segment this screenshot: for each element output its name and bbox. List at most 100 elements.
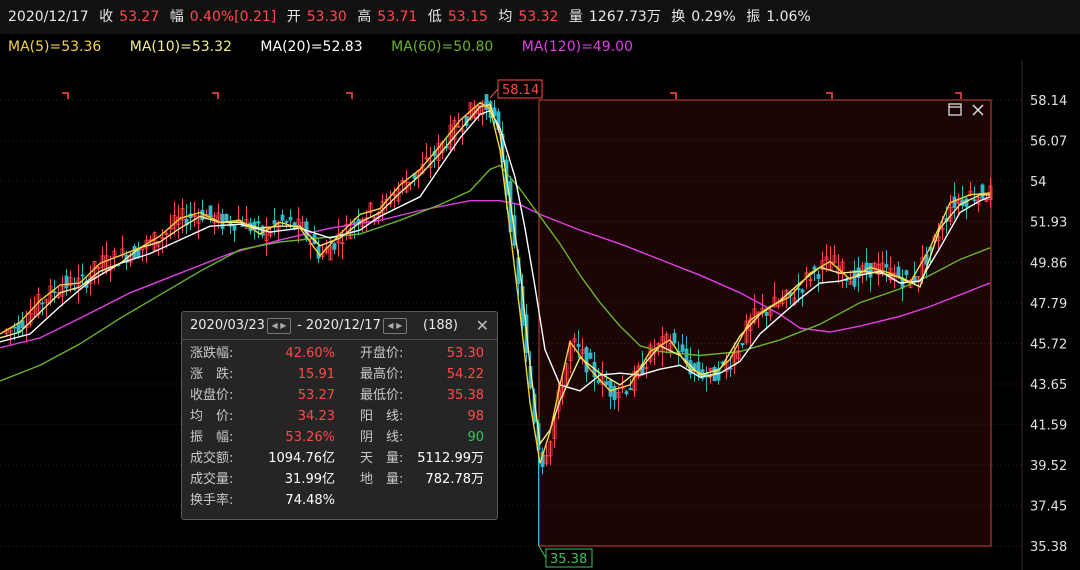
candle-down xyxy=(800,289,805,293)
range-end-date: 2020/12/17 xyxy=(305,318,381,333)
open-value: 53.30 xyxy=(306,9,347,25)
candle-down xyxy=(16,322,21,333)
candle-down xyxy=(256,221,261,224)
range-end-stepper[interactable]: ◀ ▶ xyxy=(382,317,407,334)
period-marker xyxy=(346,92,353,99)
candle-down xyxy=(284,221,289,223)
low-label: 低 xyxy=(427,9,442,25)
stat-value: 34.23 xyxy=(297,409,335,424)
close-label: 收 xyxy=(99,9,114,25)
stat-value: 90 xyxy=(467,430,484,445)
ma10-legend: MA(10)=53.32 xyxy=(129,39,232,55)
period-marker xyxy=(62,92,69,99)
stat-label: 成交量: xyxy=(190,472,234,487)
stat-label: 振 幅: xyxy=(190,430,234,445)
range-start-date: 2020/03/23 xyxy=(190,318,265,333)
selection-box xyxy=(538,99,992,547)
close-icon[interactable] xyxy=(971,103,985,121)
candlestick-chart[interactable]: 58.14 56.07 54 51.93 49.86 47.79 45.72 43.65 41.… xyxy=(0,60,1080,570)
y-tick-label: 49.86 xyxy=(1030,256,1067,271)
quote-date: 2020/12/17 xyxy=(8,9,89,25)
stat-label: 涨 跌: xyxy=(190,367,234,382)
y-tick-label: 43.65 xyxy=(1030,378,1067,393)
min-price-leader xyxy=(538,545,547,559)
ma20-legend: MA(20)=52.83 xyxy=(260,39,363,55)
candle-down xyxy=(884,264,889,268)
range-separator: - xyxy=(297,318,302,333)
candle-down xyxy=(680,344,685,352)
candle-down xyxy=(224,214,229,221)
avg-value: 53.32 xyxy=(518,9,559,25)
maximize-icon[interactable] xyxy=(948,103,962,121)
stat-value: 31.99亿 xyxy=(284,472,335,487)
max-price-label: 58.14 xyxy=(502,83,539,98)
volume-label: 量 xyxy=(568,9,583,25)
y-tick-label: 58.14 xyxy=(1030,94,1067,109)
change-value: 0.40%[0.21] xyxy=(189,9,277,25)
candle-down xyxy=(52,291,57,293)
y-tick-label: 39.52 xyxy=(1030,459,1067,474)
stat-label: 涨跌幅: xyxy=(190,346,234,361)
candle-down xyxy=(868,263,873,278)
y-tick-label: 37.45 xyxy=(1030,499,1067,514)
stat-value: 98 xyxy=(467,409,484,424)
stat-value: 74.48% xyxy=(285,493,335,508)
candle-down xyxy=(80,274,85,277)
turnover-value: 0.29% xyxy=(691,9,736,25)
candle-down xyxy=(576,344,581,347)
panel-close-icon[interactable]: ✕ xyxy=(476,312,489,339)
candle-down xyxy=(604,381,609,386)
candle-down xyxy=(588,352,593,359)
candle-down xyxy=(280,214,285,221)
candle-down xyxy=(208,205,213,218)
period-marker xyxy=(826,92,833,99)
amplitude-label: 振 xyxy=(746,9,761,25)
candle-down xyxy=(608,380,613,397)
stat-value: 53.30 xyxy=(446,346,484,361)
change-label: 幅 xyxy=(169,9,184,25)
stat-label: 换手率: xyxy=(190,493,234,508)
candle-down xyxy=(816,274,821,279)
period-marker xyxy=(670,92,677,99)
range-start-stepper[interactable]: ◀ ▶ xyxy=(266,317,291,334)
period-marker xyxy=(955,92,962,99)
stat-label: 成交额: xyxy=(190,451,234,466)
price-axis: 58.14 56.07 54 51.93 49.86 47.79 45.72 43.65 41.… xyxy=(1030,94,1067,555)
candle-down xyxy=(612,386,617,401)
amplitude-value: 1.06% xyxy=(766,9,811,25)
range-stats-header: 2020/03/23 ◀ ▶ - 2020/12/17 ◀ ▶ (188) ✕ xyxy=(182,312,497,340)
stat-value: 54.22 xyxy=(446,367,484,382)
max-price-leader xyxy=(489,88,499,99)
stat-value: 782.78万 xyxy=(425,472,485,487)
stat-value: 5112.99万 xyxy=(417,451,484,466)
avg-label: 均 xyxy=(498,9,513,25)
candle-down xyxy=(764,311,769,316)
low-value: 53.15 xyxy=(447,9,488,25)
stat-label: 收盘价: xyxy=(190,388,234,403)
stat-value: 53.26% xyxy=(285,430,335,445)
candle-down xyxy=(672,332,677,344)
candle-down xyxy=(40,302,45,305)
ma120-legend: MA(120)=49.00 xyxy=(521,39,633,55)
candle-down xyxy=(904,270,909,276)
y-tick-label: 56.07 xyxy=(1030,135,1067,150)
y-tick-label: 47.79 xyxy=(1030,297,1067,312)
range-stats-panel: 2020/03/23 ◀ ▶ - 2020/12/17 ◀ ▶ (188) ✕ 涨跌… xyxy=(181,311,498,520)
candle-down xyxy=(952,196,957,208)
candle-down xyxy=(980,184,985,199)
candle-down xyxy=(232,224,237,231)
range-count: (188) xyxy=(423,318,458,333)
close-value: 53.27 xyxy=(119,9,160,25)
y-tick-label: 45.72 xyxy=(1030,337,1067,352)
candle-down xyxy=(584,347,589,373)
high-value: 53.71 xyxy=(377,9,418,25)
y-tick-label: 54 xyxy=(1030,175,1047,190)
quote-info-bar: 2020/12/17 收 53.27 幅 0.40%[0.21] 开 53.30 高5… xyxy=(0,0,1080,34)
stat-value: 53.27 xyxy=(297,388,335,403)
stat-value: 15.91 xyxy=(297,367,335,382)
stat-value: 35.38 xyxy=(446,388,484,403)
y-tick-label: 35.38 xyxy=(1030,540,1067,555)
period-marker xyxy=(212,92,219,99)
candle-down xyxy=(852,270,857,287)
stat-label: 均 价: xyxy=(190,409,234,424)
